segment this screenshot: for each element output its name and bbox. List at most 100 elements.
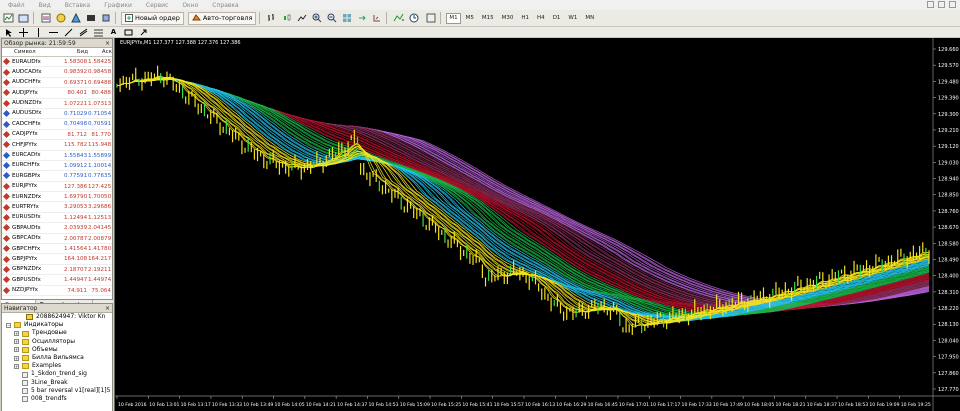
menu-item-5[interactable]: Окно [182, 2, 198, 9]
tile-windows-icon[interactable] [340, 12, 353, 25]
trendline-icon[interactable] [62, 27, 75, 37]
tree-item[interactable]: 3Line_Break [2, 379, 112, 387]
market-watch-row[interactable]: EURNZDfx 1.69790 1.70050 [2, 192, 112, 203]
market-watch-row[interactable]: AUDUSDfx 0.71029 0.71054 [2, 109, 112, 120]
market-watch-row[interactable]: CADJPYfx 81.712 81.770 [2, 130, 112, 141]
expand-toggle-icon[interactable]: + [14, 347, 19, 353]
expand-toggle-icon[interactable]: + [14, 331, 19, 336]
market-watch-row[interactable]: GBPNZDfx 2.18707 2.19211 [2, 265, 112, 276]
time-tick-label: 10 Feb 16:13 [525, 402, 555, 408]
account-icon [26, 314, 33, 321]
market-watch-row[interactable]: NZDJPYfx 74.911 75.064 [2, 286, 112, 296]
tree-item[interactable]: + Examples [2, 362, 112, 370]
market-watch-row[interactable]: GBPCHFfx 1.41564 1.41780 [2, 244, 112, 255]
menu-item-3[interactable]: Графики [104, 2, 132, 9]
new-order-button[interactable]: Новый ордер [121, 11, 184, 25]
zoom-out-icon[interactable] [325, 12, 338, 25]
tester-icon[interactable] [99, 12, 112, 25]
market-watch-row[interactable]: GBPCADfx 2.00787 2.00879 [2, 234, 112, 245]
expand-toggle-icon[interactable]: + [14, 339, 19, 345]
autotrade-button[interactable]: Авто-торговля [187, 11, 257, 25]
expand-toggle-icon[interactable]: + [14, 355, 19, 361]
bid-column-header[interactable]: Бид [64, 48, 88, 56]
panel-close-icon[interactable]: × [105, 39, 112, 47]
navigator-icon[interactable] [69, 12, 82, 25]
autoscroll-icon[interactable] [355, 12, 368, 25]
market-watch-row[interactable]: EURCHFfx 1.09912 1.10014 [2, 161, 112, 172]
menu-item-0[interactable]: Файл [8, 2, 25, 9]
tree-item[interactable]: + Трендовые [2, 329, 112, 337]
menu-item-6[interactable]: Справка [212, 2, 238, 9]
label-tool-icon[interactable] [122, 27, 135, 37]
market-watch-row[interactable]: GBPUSDfx 1.44947 1.44974 [2, 275, 112, 286]
arrows-tool-icon[interactable] [137, 27, 150, 37]
tree-item[interactable]: 5 bar reversal v1[real][1]5 [2, 387, 112, 395]
timeframe-m30[interactable]: M30 [499, 13, 517, 24]
terminal-icon[interactable] [84, 12, 97, 25]
market-watch-row[interactable]: AUDCHFfx 0.69371 0.69488 [2, 78, 112, 89]
profiles-icon[interactable] [17, 12, 30, 25]
indicators-icon[interactable] [392, 12, 406, 25]
market-watch-row[interactable]: EURTRYfx 3.29053 3.29686 [2, 202, 112, 213]
symbol-cell: EURTRYfx [2, 202, 64, 211]
vertical-line-icon[interactable] [32, 27, 45, 37]
bar-chart-icon[interactable] [265, 12, 278, 25]
timeframe-m15[interactable]: M15 [479, 13, 497, 24]
chart-shift-icon[interactable] [370, 12, 383, 25]
chart-window[interactable]: 129.660 129.570 129.480 129.390 129.300 129.2… [114, 38, 960, 411]
market-watch-row[interactable]: AUDJPYfx 80.401 80.488 [2, 88, 112, 99]
tree-item[interactable]: 1_Skdon_trend_sig [2, 370, 112, 378]
minimize-icon[interactable] [927, 1, 934, 8]
panel-close-icon[interactable]: × [105, 304, 112, 312]
text-tool-icon[interactable]: A [107, 27, 120, 37]
templates-icon[interactable] [424, 12, 437, 25]
periods-icon[interactable] [408, 12, 422, 25]
expand-toggle-icon[interactable]: + [14, 363, 19, 369]
menu-item-4[interactable]: Сервис [146, 2, 168, 9]
tree-item[interactable]: + Билла Вильямса [2, 354, 112, 362]
cursor-icon[interactable] [2, 27, 15, 37]
timeframe-d1[interactable]: D1 [550, 13, 564, 24]
timeframe-mn[interactable]: MN [582, 13, 597, 24]
maximize-icon[interactable] [938, 1, 945, 8]
timeframe-m1[interactable]: M1 [446, 12, 461, 24]
fibonacci-icon[interactable] [92, 27, 105, 37]
tree-item[interactable]: + Осцилляторы [2, 338, 112, 346]
market-watch-row[interactable]: EURUSDfx 1.12494 1.12513 [2, 213, 112, 224]
zoom-in-icon[interactable] [310, 12, 323, 25]
data-window-icon[interactable] [54, 12, 67, 25]
candlestick-icon[interactable] [280, 12, 293, 25]
market-watch-row[interactable]: CHFJPYfx 115.782 115.948 [2, 140, 112, 151]
market-watch-row[interactable]: EURCADfx 1.55843 1.55899 [2, 151, 112, 161]
tree-item[interactable]: − Индикаторы [2, 321, 112, 329]
crosshair-icon[interactable] [17, 27, 30, 37]
timeframe-h1[interactable]: H1 [518, 13, 532, 24]
timeframe-h4[interactable]: H4 [534, 13, 548, 24]
market-watch-row[interactable]: GBPAUDfx 2.03939 2.04145 [2, 223, 112, 234]
timeframe-m5[interactable]: M5 [463, 13, 477, 24]
close-icon[interactable] [949, 1, 956, 8]
new-chart-icon[interactable] [2, 12, 15, 25]
market-watch-row[interactable]: GBPJPYfx 164.108 164.217 [2, 254, 112, 265]
line-chart-icon[interactable] [295, 12, 308, 25]
timeframe-w1[interactable]: W1 [565, 13, 580, 24]
tree-item-account[interactable]: 2088624947: Viktor Kn [2, 313, 112, 321]
symbol-column-header[interactable]: Символ [2, 48, 64, 56]
market-watch-row[interactable]: AUDCADfx 0.98392 0.98458 [2, 67, 112, 78]
market-watch-icon[interactable] [39, 12, 52, 25]
market-watch-row[interactable]: CADCHFfx 0.70498 0.70591 [2, 119, 112, 130]
menu-item-1[interactable]: Вид [39, 2, 51, 9]
channel-icon[interactable] [77, 27, 90, 37]
market-watch-row[interactable]: EURGBPfx 0.77591 0.77635 [2, 171, 112, 182]
symbol-diamond-icon [2, 151, 11, 159]
market-watch-row[interactable]: AUDNZDfx 1.07221 1.07313 [2, 99, 112, 109]
menu-item-2[interactable]: Вставка [65, 2, 90, 9]
price-chart[interactable]: 129.660 129.570 129.480 129.390 129.300 129.2… [115, 38, 960, 411]
tree-item[interactable]: + Объемы [2, 346, 112, 354]
expand-toggle-icon[interactable]: − [6, 322, 11, 328]
market-watch-row[interactable]: EURAUDfx 1.58308 1.58425 [2, 57, 112, 68]
market-watch-row[interactable]: EURJPYfx 127.386 127.425 [2, 182, 112, 193]
ask-column-header[interactable]: Аск [88, 48, 112, 56]
horizontal-line-icon[interactable] [47, 27, 60, 37]
tree-item[interactable]: 008_trendfs [2, 395, 112, 403]
